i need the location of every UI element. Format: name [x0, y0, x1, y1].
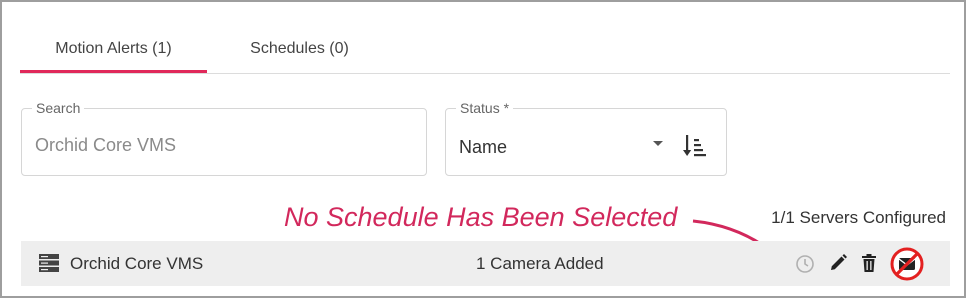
edit-icon[interactable]	[828, 253, 848, 273]
tab-motion-alerts-label: Motion Alerts (1)	[55, 40, 172, 57]
table-row[interactable]: Orchid Core VMS 1 Camera Added	[21, 241, 950, 286]
clock-icon[interactable]	[795, 254, 815, 274]
tab-schedules-label: Schedules (0)	[250, 40, 349, 57]
camera-count: 1 Camera Added	[476, 254, 604, 273]
search-input[interactable]	[35, 135, 415, 156]
sort-icon[interactable]	[683, 133, 707, 159]
status-label: Status *	[456, 100, 514, 116]
status-value: Name	[459, 137, 508, 157]
annotation-text: No Schedule Has Been Selected	[284, 202, 678, 232]
search-label: Search	[32, 100, 85, 116]
server-icon	[39, 254, 59, 272]
app-frame: Motion Alerts (1) Schedules (0) Search S…	[0, 0, 966, 298]
tab-bar: Motion Alerts (1) Schedules (0)	[20, 26, 950, 74]
tab-schedules[interactable]: Schedules (0)	[207, 26, 392, 72]
caret-down-icon[interactable]	[653, 141, 663, 146]
search-field[interactable]: Search	[21, 100, 427, 176]
server-name: Orchid Core VMS	[70, 254, 204, 273]
disable-alert-icon[interactable]	[890, 247, 924, 281]
tabs-divider	[20, 73, 950, 74]
tab-motion-alerts[interactable]: Motion Alerts (1)	[20, 26, 207, 72]
status-select[interactable]: Status * Name	[445, 100, 727, 176]
delete-icon[interactable]	[859, 253, 879, 273]
servers-configured-count: 1/1 Servers Configured	[771, 208, 946, 227]
